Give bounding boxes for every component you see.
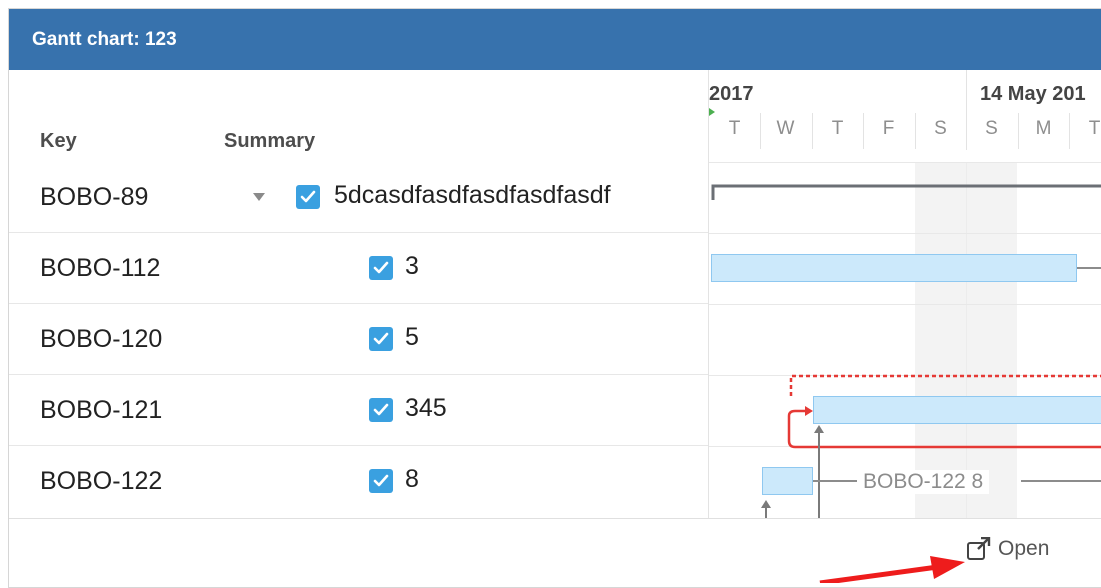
task-bar-bobo-121[interactable]: [813, 396, 1101, 424]
gantt-drawing: [711, 184, 1101, 518]
table-row[interactable]: BOBO-120 5: [9, 305, 708, 375]
gantt-grid: Key Summary BOBO-89 5dcasdfasdfasdfasdfa…: [9, 70, 1101, 518]
table-row[interactable]: BOBO-121 345: [9, 376, 708, 446]
panel-title: Gantt chart: 123: [32, 29, 177, 50]
task-bar-label: BOBO-122 8: [857, 470, 990, 494]
checkbox-checked-icon[interactable]: [369, 327, 393, 351]
external-link-icon: [967, 537, 991, 560]
panel-footer: [9, 518, 1101, 584]
checkbox-checked-icon[interactable]: [369, 469, 393, 493]
issue-summary[interactable]: 345: [405, 394, 447, 423]
open-label: Open: [998, 537, 1050, 560]
table-row[interactable]: BOBO-122 8: [9, 447, 708, 517]
summary-bar[interactable]: [711, 184, 1101, 200]
gantt-timeline: 2017 14 May 201 T W T F S S M T BOBO-122…: [708, 70, 1101, 518]
open-button[interactable]: Open: [966, 537, 1049, 561]
issue-key[interactable]: BOBO-112: [40, 254, 160, 283]
issue-key[interactable]: BOBO-121: [40, 396, 162, 425]
issue-key[interactable]: BOBO-89: [40, 183, 148, 212]
issue-summary[interactable]: 8: [405, 465, 419, 494]
arrow-icon: [805, 406, 813, 416]
issue-key[interactable]: BOBO-120: [40, 325, 162, 354]
issue-summary[interactable]: 5: [405, 323, 419, 352]
checkbox-checked-icon[interactable]: [296, 185, 320, 209]
task-bar-bobo-112[interactable]: [711, 254, 1077, 282]
checkbox-checked-icon[interactable]: [369, 256, 393, 280]
column-header-key[interactable]: Key: [40, 130, 77, 153]
task-bar-bobo-122[interactable]: [762, 467, 813, 495]
column-header-summary[interactable]: Summary: [224, 130, 315, 153]
issue-key[interactable]: BOBO-122: [40, 467, 162, 496]
chevron-down-icon[interactable]: [253, 193, 265, 201]
table-row[interactable]: BOBO-89 5dcasdfasdfasdfasdfasdf: [9, 163, 708, 233]
table-row[interactable]: BOBO-112 3: [9, 234, 708, 304]
arrow-icon: [761, 500, 771, 508]
panel-header: Gantt chart: 123: [9, 9, 1101, 70]
issue-summary[interactable]: 5dcasdfasdfasdfasdfasdf: [334, 181, 611, 210]
issue-summary[interactable]: 3: [405, 252, 419, 281]
checkbox-checked-icon[interactable]: [369, 398, 393, 422]
dependency-line-red-dashed: [789, 374, 1101, 396]
arrow-icon: [814, 425, 824, 433]
